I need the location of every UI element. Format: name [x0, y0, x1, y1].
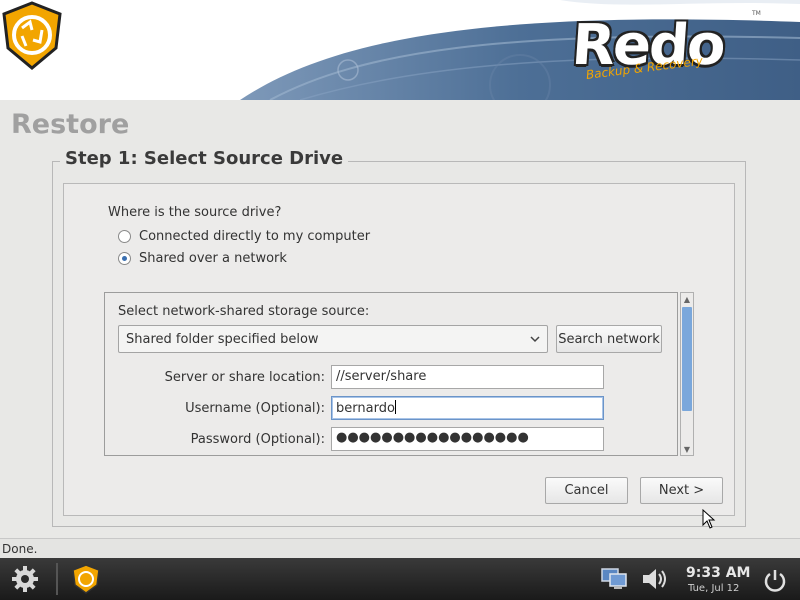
clock-date[interactable]: Tue, Jul 12 [688, 583, 739, 594]
speaker-icon[interactable] [638, 563, 672, 595]
page-title: Restore [11, 109, 130, 140]
radio-label: Connected directly to my computer [139, 228, 371, 244]
radio-button[interactable] [118, 229, 131, 243]
next-button[interactable]: Next > [640, 477, 723, 504]
radio-network-share[interactable]: Shared over a network [118, 249, 287, 267]
power-icon[interactable] [760, 565, 790, 595]
network-source-select[interactable]: Shared folder specified below [118, 325, 548, 353]
radio-button-selected[interactable] [118, 251, 131, 265]
server-label: Server or share location: [164, 370, 325, 385]
header-banner: Redo Backup & Recovery TM [0, 0, 800, 100]
search-network-button[interactable]: Search network [556, 325, 662, 353]
clock-time[interactable]: 9:33 AM [686, 565, 750, 581]
scroll-down-icon[interactable]: ▼ [681, 443, 693, 455]
taskbar [0, 558, 800, 600]
server-location-input[interactable]: //server/share [331, 365, 604, 389]
select-value: Shared folder specified below [126, 332, 319, 347]
status-bar: Done. [0, 538, 800, 558]
username-label: Username (Optional): [185, 401, 325, 416]
recycle-badge-icon [2, 1, 62, 70]
network-source-label: Select network-shared storage source: [118, 304, 370, 319]
step-title: Step 1: Select Source Drive [60, 148, 349, 169]
scroll-thumb[interactable] [682, 307, 692, 411]
radio-label: Shared over a network [139, 250, 287, 266]
chevron-down-icon [530, 336, 540, 343]
vertical-scrollbar[interactable]: ▲ ▼ [680, 292, 694, 456]
redo-logo-icon[interactable] [68, 563, 104, 595]
trademark: TM [752, 10, 761, 17]
password-input[interactable]: ●●●●●●●●●●●●●●●●● [331, 427, 604, 451]
scroll-up-icon[interactable]: ▲ [681, 293, 693, 305]
source-question: Where is the source drive? [108, 205, 282, 220]
text-caret [394, 400, 396, 414]
gear-icon[interactable] [8, 563, 42, 595]
cancel-button[interactable]: Cancel [545, 477, 628, 504]
radio-local-drive[interactable]: Connected directly to my computer [118, 227, 370, 245]
username-value: bernardo [336, 401, 395, 416]
taskbar-divider [56, 563, 58, 595]
username-input[interactable]: bernardo [331, 396, 604, 420]
status-text: Done. [2, 542, 38, 556]
network-monitor-icon[interactable] [599, 563, 629, 595]
mouse-pointer-icon [702, 509, 716, 529]
password-label: Password (Optional): [190, 432, 325, 447]
